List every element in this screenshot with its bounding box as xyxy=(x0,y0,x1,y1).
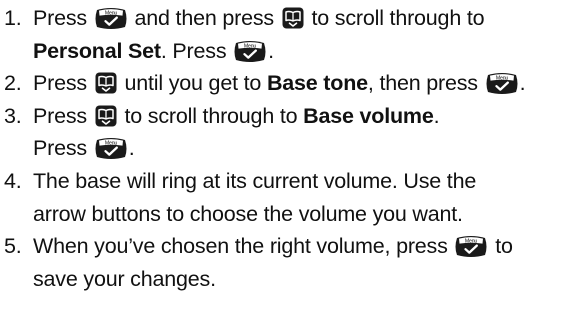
step-text-segment: to scroll through to xyxy=(305,6,485,30)
menu-key-label: Menu xyxy=(105,11,117,17)
step-text: The base will ring at its current volume… xyxy=(33,165,574,230)
menu-key-label: Menu xyxy=(496,76,508,82)
step-text-segment: to scroll through to xyxy=(118,103,304,128)
step-5: 5. When you’ve chosen the right volume, p… xyxy=(4,230,574,295)
step-4: 4. The base will ring at its current volu… xyxy=(4,165,574,230)
step-2: 2. Press until you get to Base tone, then… xyxy=(4,67,574,100)
step-text-segment: . xyxy=(268,38,274,63)
step-text-segment: The base will ring at its current volume… xyxy=(33,168,477,193)
menu-option-name: Base volume xyxy=(303,103,434,128)
step-text-segment: and then press xyxy=(128,6,280,30)
step-text-segment: , then press xyxy=(367,71,484,96)
step-text-segment: Press xyxy=(33,6,93,30)
menu-ok-key-icon: Menu xyxy=(94,137,128,160)
step-text-segment: until you get to xyxy=(118,71,267,96)
step-text-segment: . xyxy=(128,136,135,161)
step-line: Personal Set. Press Menu. xyxy=(33,35,574,68)
step-text: Press to scroll through to Base volume. P… xyxy=(33,100,574,165)
step-text-segment: to xyxy=(489,234,513,259)
menu-key-label: Menu xyxy=(105,141,117,147)
step-text: Press until you get to Base tone, then p… xyxy=(33,67,574,100)
menu-ok-key-icon: Menu xyxy=(233,40,267,63)
step-text-segment: Press xyxy=(33,103,93,128)
step-text-segment: Press xyxy=(33,71,93,96)
step-text-segment: save your changes. xyxy=(33,266,216,291)
step-line: The base will ring at its current volume… xyxy=(33,165,574,198)
menu-ok-key-icon: Menu xyxy=(454,235,488,258)
step-1: 1. Press Menu and then press to scroll th… xyxy=(4,2,574,67)
menu-key-label: Menu xyxy=(244,43,256,49)
step-text-segment: arrow buttons to choose the volume you w… xyxy=(33,201,463,226)
step-number: 2. xyxy=(4,71,22,96)
menu-ok-key-icon: Menu xyxy=(94,7,128,30)
step-line: save your changes. xyxy=(33,263,574,296)
phonebook-scroll-key-icon xyxy=(282,7,304,29)
step-text-segment: Press xyxy=(33,136,93,161)
menu-ok-key-icon: Menu xyxy=(485,72,519,95)
menu-option-name: Personal Set xyxy=(33,38,161,63)
step-number: 5. xyxy=(4,234,22,259)
step-line: Press to scroll through to Base volume. xyxy=(33,100,574,133)
step-number: 3. xyxy=(4,103,22,128)
step-3: 3. Press to scroll through to Base volume… xyxy=(4,100,574,165)
step-text: When you’ve chosen the right volume, pre… xyxy=(33,230,574,295)
step-text-segment: . Press xyxy=(160,38,233,63)
step-line: arrow buttons to choose the volume you w… xyxy=(33,198,574,231)
step-text-segment: When you’ve chosen the right volume, pre… xyxy=(33,234,454,259)
instruction-steps: 1. Press Menu and then press to scroll th… xyxy=(4,2,574,295)
step-text-segment: . xyxy=(433,103,440,128)
menu-key-label: Menu xyxy=(465,239,477,245)
phonebook-scroll-key-icon xyxy=(95,72,117,94)
menu-option-name: Base tone xyxy=(266,71,368,96)
step-line: Press Menu. xyxy=(33,132,574,165)
step-text-segment: . xyxy=(519,71,526,96)
step-line: When you’ve chosen the right volume, pre… xyxy=(33,230,574,263)
step-line: Press Menu and then press to scroll thro… xyxy=(33,2,574,35)
step-number: 1. xyxy=(4,6,22,30)
step-number: 4. xyxy=(4,168,22,193)
step-line: Press until you get to Base tone, then p… xyxy=(33,67,574,100)
phonebook-scroll-key-icon xyxy=(95,105,117,127)
step-text: Press Menu and then press to scroll thro… xyxy=(33,2,574,67)
